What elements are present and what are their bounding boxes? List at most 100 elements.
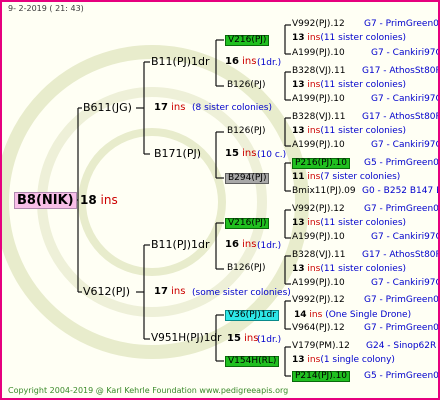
- gen3-queen-6[interactable]: B126(PJ): [227, 264, 265, 273]
- insemination-count: 14: [294, 310, 307, 320]
- queen-name: V992(PJ).12: [292, 204, 345, 214]
- gen4-info-4: 11 ins(7 sister colonies): [292, 173, 400, 182]
- gen4-queen-9[interactable]: V992(PJ).12: [292, 205, 345, 214]
- ins-label: ins: [307, 355, 321, 365]
- gen4-group-8: G0 - B252 B147 B: [362, 186, 440, 196]
- gen1-queen-maternal[interactable]: V612(PJ): [83, 286, 130, 297]
- gen4-group-11: G17 - AthosSt80R: [362, 250, 440, 260]
- insemination-count: 13: [292, 355, 305, 365]
- sister-colony-note: (11 sister colonies): [320, 80, 407, 90]
- gen3-queen-2[interactable]: B126(PJ): [227, 81, 265, 90]
- gen2-queen-2[interactable]: B171(PJ): [154, 148, 201, 159]
- gen2-note-4: (1dr.): [257, 335, 282, 345]
- gen4-queen-1[interactable]: V992(PJ).12: [292, 20, 345, 29]
- gen3-queen-1[interactable]: V216(PJ): [225, 35, 270, 46]
- gen4-queen-15[interactable]: V179(PM).12: [292, 342, 350, 351]
- sister-colony-note: (7 sister colonies): [320, 172, 401, 182]
- gen2-queen-1[interactable]: B11(PJ)1dr: [151, 56, 210, 67]
- gen1-paternal-info: 17 ins: [154, 103, 185, 113]
- gen3-info-7: 14 ins (One Single Drone): [294, 311, 411, 320]
- gen4-queen-10[interactable]: A199(PJ).10: [292, 233, 345, 242]
- insemination-count: 13: [292, 33, 305, 43]
- gen4-queen-5[interactable]: B328(VJ).11: [292, 113, 346, 122]
- ins-label: ins: [307, 33, 321, 43]
- ins-label: ins: [242, 148, 257, 159]
- root-insemination: 18 ins: [80, 194, 118, 206]
- queen-name: V964(PJ).12: [292, 323, 345, 333]
- queen-name: Bmix11(PJ).09: [292, 186, 356, 196]
- gen2-note-2: (10 c.): [257, 150, 287, 160]
- gen4-queen-2[interactable]: A199(PJ).10: [292, 49, 345, 58]
- gen4-queen-11[interactable]: B328(VJ).11: [292, 251, 346, 260]
- gen3-queen-8[interactable]: V154H(RL): [225, 356, 280, 367]
- queen-name: B328(VJ).11: [292, 66, 346, 76]
- gen4-group-6: G7 - Cankiri97Q: [371, 140, 440, 150]
- gen2-note-3: (1dr.): [257, 241, 282, 251]
- insemination-count: 11: [292, 172, 305, 182]
- gen4-info-5: 13 ins(11 sister colonies): [292, 219, 406, 228]
- sister-colony-note: (11 sister colonies): [320, 126, 407, 136]
- gen2-queen-3[interactable]: B11(PJ)1dr: [151, 239, 210, 250]
- gen4-queen-4[interactable]: A199(PJ).10: [292, 95, 345, 104]
- gen4-queen-16[interactable]: P214(PJ).10: [292, 371, 351, 382]
- queen-name: A199(PJ).10: [292, 232, 345, 242]
- root-queen[interactable]: B8(NIK): [14, 192, 77, 209]
- sister-colony-note: (One Single Drone): [325, 310, 412, 320]
- gen4-group-3: G17 - AthosSt80R: [362, 66, 440, 76]
- ins-label: ins: [307, 126, 321, 136]
- queen-name: A199(PJ).10: [292, 48, 345, 58]
- gen4-group-15: G24 - Sinop62R: [366, 341, 437, 351]
- gen3-queen-3[interactable]: B126(PJ): [227, 127, 265, 136]
- gen1-maternal-note: (some sister colonies): [192, 288, 291, 298]
- ins-label: ins: [309, 310, 323, 320]
- gen4-queen-3[interactable]: B328(VJ).11: [292, 67, 346, 76]
- gen4-queen-12[interactable]: A199(PJ).10: [292, 279, 345, 288]
- gen4-group-1: G7 - PrimGreen00: [364, 19, 440, 29]
- ins-label: ins: [171, 286, 186, 297]
- queen-name: A199(PJ).10: [292, 140, 345, 150]
- gen4-group-14: G7 - PrimGreen00: [364, 323, 440, 333]
- gen4-info-1: 13 ins(11 sister colonies): [292, 34, 406, 43]
- gen1-maternal-info: 17 ins: [154, 287, 185, 297]
- insemination-count: 16: [225, 239, 239, 250]
- insemination-count: 18: [80, 193, 97, 207]
- gen4-group-16: G5 - PrimGreen00: [364, 371, 440, 381]
- insemination-count: 13: [292, 80, 305, 90]
- ins-label: ins: [307, 80, 321, 90]
- insemination-count: 16: [225, 56, 239, 67]
- gen4-group-2: G7 - Cankiri97Q: [371, 48, 440, 58]
- ins-label: ins: [307, 218, 321, 228]
- gen4-queen-6[interactable]: A199(PJ).10: [292, 141, 345, 150]
- insemination-count: 13: [292, 218, 305, 228]
- gen3-queen-7[interactable]: V36(PJ)1dr: [225, 310, 279, 321]
- gen3-queen-4[interactable]: B294(PJ): [225, 173, 270, 184]
- gen4-queen-7[interactable]: P216(PJ).10: [292, 158, 351, 169]
- gen4-info-6: 13 ins(11 sister colonies): [292, 265, 406, 274]
- gen2-queen-4[interactable]: V951H(PJ)1dr: [151, 333, 221, 344]
- gen4-group-12: G7 - Cankiri97Q: [371, 278, 440, 288]
- sister-colony-note: (11 sister colonies): [320, 218, 407, 228]
- ins-label: ins: [100, 193, 118, 207]
- gen1-queen-paternal[interactable]: B611(JG): [83, 102, 132, 113]
- gen1-paternal-note: (8 sister colonies): [192, 103, 273, 113]
- insemination-count: 13: [292, 264, 305, 274]
- ins-label: ins: [307, 264, 321, 274]
- gen4-queen-14[interactable]: V964(PJ).12: [292, 324, 345, 333]
- sister-colony-note: (11 sister colonies): [320, 33, 407, 43]
- ins-label: ins: [171, 102, 186, 113]
- gen4-group-5: G17 - AthosSt80R: [362, 112, 440, 122]
- gen2-info-1: 16 ins: [225, 57, 256, 67]
- gen4-info-7: 13 ins(1 single colony): [292, 356, 395, 365]
- gen2-info-2: 15 ins: [225, 149, 256, 159]
- gen4-queen-8[interactable]: Bmix11(PJ).09: [292, 187, 356, 196]
- gen4-info-3: 13 ins(11 sister colonies): [292, 127, 406, 136]
- gen4-group-10: G7 - Cankiri97Q: [371, 232, 440, 242]
- queen-name: P214(PJ).10: [295, 371, 348, 381]
- ins-label: ins: [242, 239, 257, 250]
- sister-colony-note: (1 single colony): [320, 355, 395, 365]
- queen-name: P216(PJ).10: [295, 158, 348, 168]
- gen4-queen-13[interactable]: V992(PJ).12: [292, 296, 345, 305]
- gen3-queen-5[interactable]: V216(PJ): [225, 218, 270, 229]
- sister-colony-note: (11 sister colonies): [320, 264, 407, 274]
- queen-name: A199(PJ).10: [292, 94, 345, 104]
